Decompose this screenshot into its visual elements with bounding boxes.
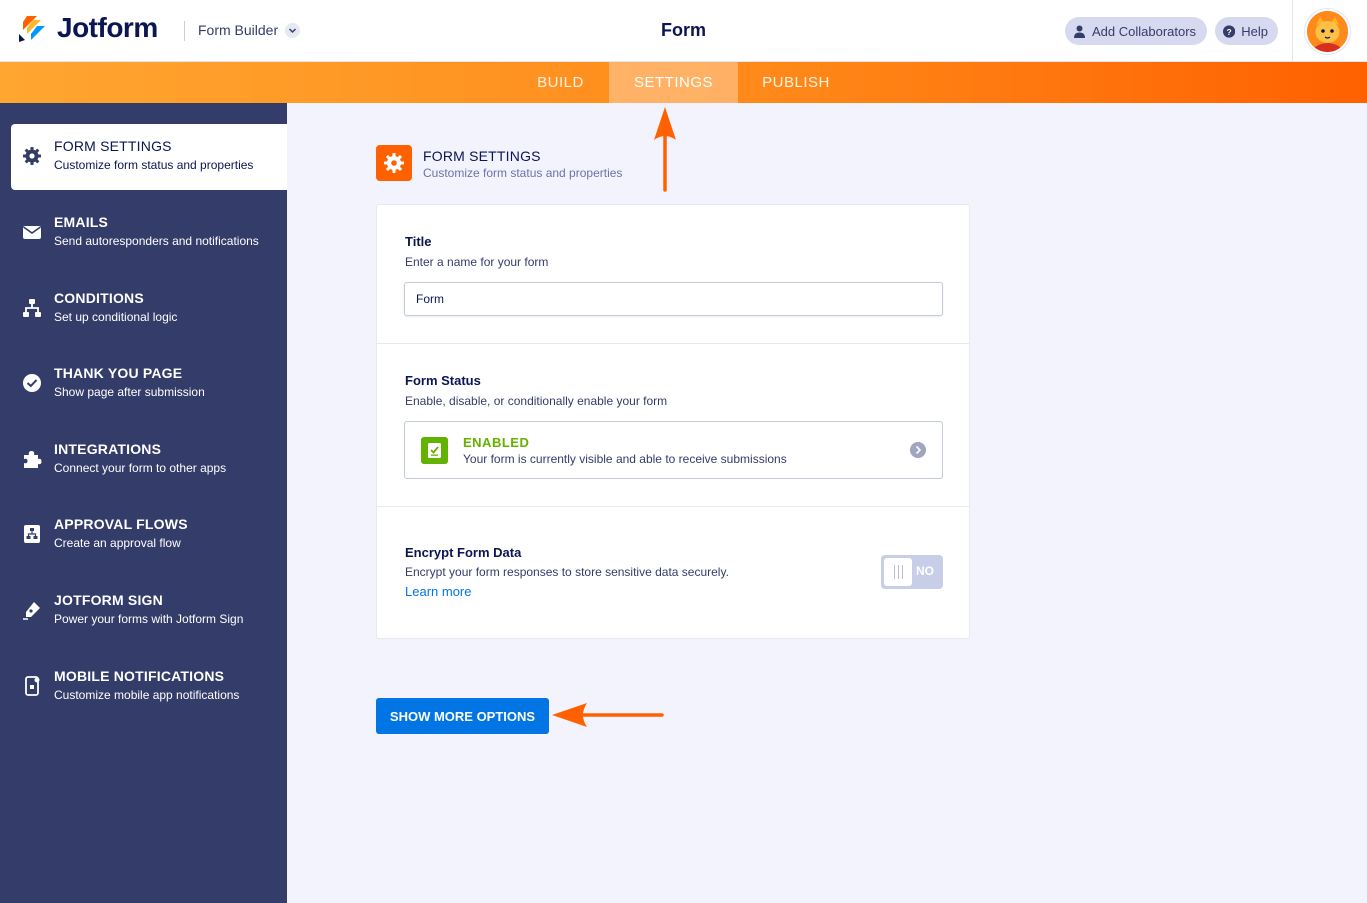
pen-icon bbox=[23, 602, 40, 620]
user-icon bbox=[1074, 25, 1085, 38]
annotation-arrow-left-icon bbox=[552, 703, 664, 727]
help-button[interactable]: ? Help bbox=[1215, 17, 1278, 45]
encrypt-label: Encrypt Form Data bbox=[405, 545, 522, 560]
form-status-desc: Enable, disable, or conditionally enable… bbox=[405, 394, 668, 408]
envelope-icon bbox=[23, 226, 41, 239]
title-field-desc: Enter a name for your form bbox=[405, 255, 549, 269]
tab-build[interactable]: BUILD bbox=[512, 62, 609, 103]
chevron-right-icon[interactable] bbox=[910, 442, 926, 458]
sidebar-item-title: JOTFORM SIGN bbox=[54, 592, 163, 608]
show-more-options-button[interactable]: SHOW MORE OPTIONS bbox=[376, 698, 549, 734]
form-builder-menu[interactable]: Form Builder bbox=[198, 22, 278, 38]
sidebar-item-form-settings[interactable]: FORM SETTINGS Customize form status and … bbox=[11, 124, 287, 190]
learn-more-link[interactable]: Learn more bbox=[405, 584, 471, 599]
status-value: ENABLED bbox=[463, 435, 530, 450]
card-divider bbox=[377, 506, 969, 507]
check-circle-icon bbox=[23, 374, 41, 392]
title-field-label: Title bbox=[405, 234, 432, 249]
approval-icon bbox=[24, 525, 40, 543]
header-divider bbox=[184, 21, 185, 41]
sidebar-item-thank-you-page[interactable]: THANK YOU PAGE Show page after submissio… bbox=[0, 351, 287, 417]
sidebar-item-title: CONDITIONS bbox=[54, 290, 144, 306]
sidebar-item-desc: Customize mobile app notifications bbox=[54, 688, 240, 702]
section-desc: Customize form status and properties bbox=[423, 166, 623, 180]
top-bar: Jotform Form Builder Form Add Collaborat… bbox=[0, 0, 1367, 62]
question-circle-icon: ? bbox=[1223, 24, 1236, 38]
status-desc: Your form is currently visible and able … bbox=[463, 452, 787, 466]
mobile-icon bbox=[25, 676, 40, 696]
form-status-label: Form Status bbox=[405, 373, 481, 388]
flow-icon bbox=[23, 299, 41, 317]
settings-card: Title Enter a name for your form Form St… bbox=[376, 204, 970, 639]
sidebar-item-title: THANK YOU PAGE bbox=[54, 365, 183, 381]
sidebar-item-title: FORM SETTINGS bbox=[54, 138, 172, 154]
sidebar-item-desc: Create an approval flow bbox=[54, 536, 181, 550]
avatar-cat-icon bbox=[1307, 11, 1348, 52]
chevron-down-icon[interactable] bbox=[285, 23, 300, 38]
form-status-selector[interactable]: ENABLED Your form is currently visible a… bbox=[404, 421, 943, 479]
card-divider bbox=[377, 343, 969, 344]
add-collaborators-label: Add Collaborators bbox=[1092, 23, 1197, 39]
section-title: FORM SETTINGS bbox=[423, 148, 541, 164]
tab-settings[interactable]: SETTINGS bbox=[609, 62, 738, 103]
sidebar-item-desc: Send autoresponders and notifications bbox=[54, 234, 259, 248]
toggle-knob bbox=[884, 558, 912, 586]
svg-text:?: ? bbox=[1227, 26, 1232, 36]
sidebar-item-approval-flows[interactable]: APPROVAL FLOWS Create an approval flow bbox=[0, 502, 287, 568]
puzzle-icon bbox=[24, 451, 42, 468]
annotation-arrow-up-icon bbox=[654, 107, 676, 192]
encrypt-desc: Encrypt your form responses to store sen… bbox=[405, 565, 729, 579]
sidebar-item-emails[interactable]: EMAILS Send autoresponders and notificat… bbox=[0, 200, 287, 266]
brand-name[interactable]: Jotform bbox=[57, 12, 158, 44]
sidebar-item-mobile-notifications[interactable]: MOBILE NOTIFICATIONS Customize mobile ap… bbox=[0, 654, 287, 720]
sidebar-item-desc: Customize form status and properties bbox=[54, 158, 254, 172]
sidebar-item-title: EMAILS bbox=[54, 214, 109, 230]
sidebar-item-title: MOBILE NOTIFICATIONS bbox=[54, 668, 225, 684]
sidebar-item-desc: Show page after submission bbox=[54, 385, 205, 399]
sidebar-item-desc: Set up conditional logic bbox=[54, 310, 178, 324]
help-label: Help bbox=[1241, 23, 1268, 39]
main-tabs: BUILD SETTINGS PUBLISH bbox=[0, 62, 1367, 103]
sidebar-item-integrations[interactable]: INTEGRATIONS Connect your form to other … bbox=[0, 427, 287, 493]
toggle-label: NO bbox=[916, 564, 934, 578]
add-collaborators-button[interactable]: Add Collaborators bbox=[1065, 17, 1207, 45]
enabled-form-icon bbox=[421, 437, 448, 464]
sidebar-item-jotform-sign[interactable]: JOTFORM SIGN Power your forms with Jotfo… bbox=[0, 578, 287, 644]
jotform-logo-icon[interactable] bbox=[17, 14, 47, 44]
settings-sidebar: FORM SETTINGS Customize form status and … bbox=[0, 103, 287, 903]
sidebar-item-title: APPROVAL FLOWS bbox=[54, 516, 188, 532]
encrypt-toggle[interactable]: NO bbox=[881, 555, 943, 589]
gear-icon bbox=[23, 147, 41, 165]
sidebar-item-conditions[interactable]: CONDITIONS Set up conditional logic bbox=[0, 276, 287, 342]
sidebar-item-title: INTEGRATIONS bbox=[54, 441, 162, 457]
section-gear-icon bbox=[376, 145, 412, 181]
header-divider-right bbox=[1292, 0, 1293, 62]
tab-publish[interactable]: PUBLISH bbox=[738, 62, 854, 103]
title-input[interactable] bbox=[404, 282, 943, 316]
avatar[interactable] bbox=[1305, 9, 1350, 54]
sidebar-item-desc: Connect your form to other apps bbox=[54, 461, 227, 475]
sidebar-item-desc: Power your forms with Jotform Sign bbox=[54, 612, 244, 626]
